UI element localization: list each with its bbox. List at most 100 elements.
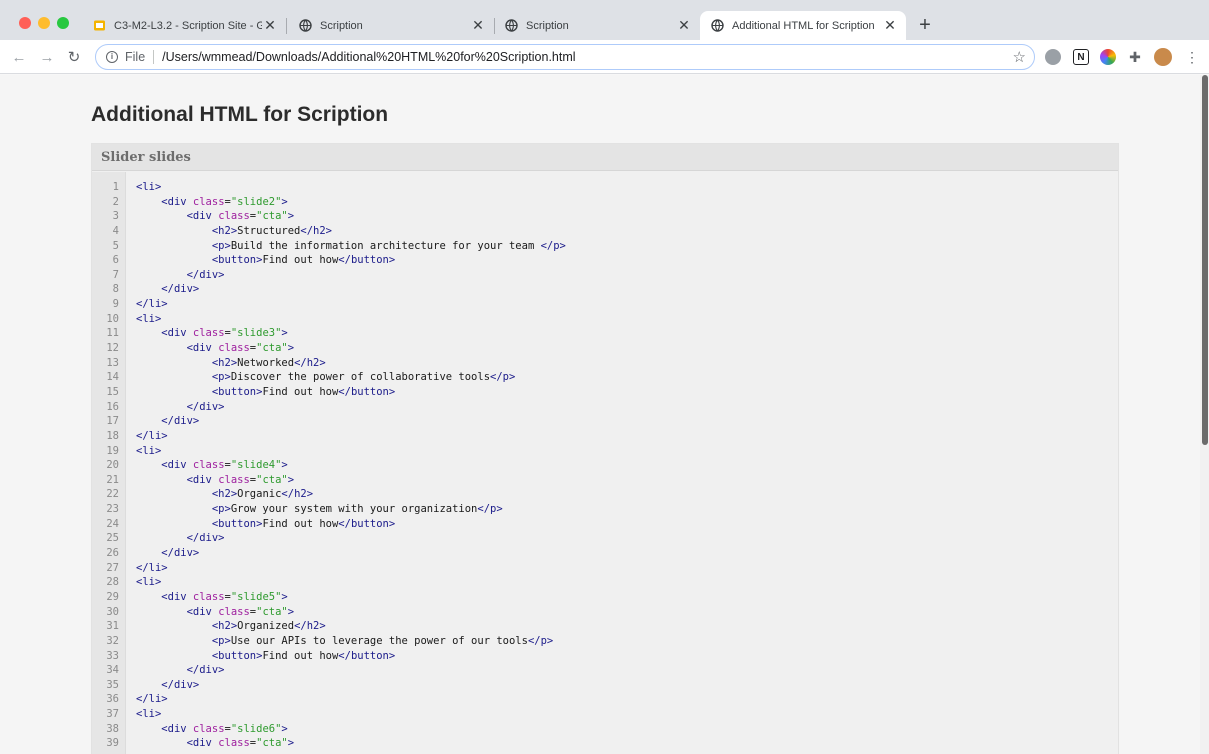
avatar[interactable] [1154,48,1172,66]
code-line: <div class="cta"> [136,605,566,620]
scrollbar-thumb[interactable] [1202,75,1208,445]
code-line: <button>Find out how</button> [136,517,566,532]
code-token: <button> [211,649,263,662]
address-divider [153,50,155,64]
info-icon[interactable]: i [106,51,118,63]
line-number: 19 [106,444,119,457]
minimize-window-button[interactable] [38,17,50,29]
address-bar[interactable]: i File /Users/wmmead/Downloads/Additiona… [95,44,1035,70]
code-token: > [287,342,295,355]
tab-additional-html[interactable]: Additional HTML for Scription ✕ [700,11,906,40]
code-line: <h2>Organized</h2> [136,619,566,634]
code-line: <h2>Structured</h2> [136,224,566,239]
code-token: Networked [237,356,295,369]
code-token: </h2> [294,356,326,369]
code-line: <h2>Networked</h2> [136,356,566,371]
code-token: </button> [338,517,396,530]
address-scheme: File [125,50,146,64]
close-icon[interactable]: ✕ [262,17,278,34]
code-line: <div class="cta"> [136,736,566,751]
code-token: </h2> [281,488,314,501]
line-number: 32 [106,634,119,647]
page-content: Additional HTML for Scription Slider sli… [0,75,1200,754]
line-number: 34 [106,664,119,677]
tab-scription-2[interactable]: Scription ✕ [494,11,700,40]
code-line: <div class="slide5"> [136,590,566,605]
code-token: class [218,737,250,750]
forward-arrow-icon[interactable]: → [38,48,56,66]
close-icon[interactable]: ✕ [676,17,692,34]
code-line: <div class="cta"> [136,473,566,488]
code-token: class [192,459,225,472]
code-line: </div> [136,678,566,693]
extension-grey-icon[interactable] [1045,49,1061,65]
puzzle-icon[interactable]: ✚ [1127,49,1143,65]
color-extension-icon[interactable] [1100,49,1116,65]
code-panel: Slider slides 1 2 3 4 5 6 7 8 9 10 11 12 13 14 15 16 17 1… [91,143,1119,754]
kebab-menu-icon[interactable]: ⋮ [1184,49,1200,65]
tab-scription-1[interactable]: Scription ✕ [288,11,494,40]
line-number: 11 [106,327,119,340]
code-token: > [287,737,295,750]
line-number: 9 [112,298,119,311]
code-token: > [281,327,288,340]
code-token: <li> [136,576,162,589]
code-token: Find out how [262,649,339,662]
scrollbar[interactable] [1200,75,1209,754]
close-icon[interactable]: ✕ [470,17,486,34]
code-token: <p> [211,371,231,384]
reload-icon[interactable]: ↻ [65,48,83,66]
close-window-button[interactable] [19,17,31,29]
close-icon[interactable]: ✕ [882,17,898,34]
line-number: 27 [106,561,119,574]
slides-icon [92,19,106,33]
code-token: Use our APIs to leverage the power of ou… [230,634,528,647]
globe-icon [298,19,312,33]
new-tab-button[interactable]: + [914,14,936,36]
code-line: </div> [136,282,566,297]
code-token: class [192,722,225,735]
line-number: 36 [106,693,119,706]
page-title: Additional HTML for Scription [91,103,389,126]
code-token: </button> [338,649,396,662]
code-line: </li> [136,561,566,576]
code-line: <button>Find out how</button> [136,253,566,268]
code-token: Grow your system with your organization [230,503,478,516]
code-token: <div [186,473,219,486]
maximize-window-button[interactable] [57,17,69,29]
line-number: 22 [106,488,119,501]
tab-title: Additional HTML for Scription [732,19,875,32]
code-token: Structured [237,224,301,237]
code-token: > [281,722,288,735]
code-line: <div class="cta"> [136,341,566,356]
line-number: 28 [106,576,119,589]
code-token: > [287,210,295,223]
bookmark-star-icon[interactable]: ☆ [1013,48,1026,66]
notion-icon[interactable]: N [1073,49,1089,65]
code-token: </button> [338,385,396,398]
code-token: <button> [211,517,263,530]
tab-c3-m2[interactable]: C3-M2-L3.2 - Scription Site - Go ✕ [82,11,286,40]
tab-title: Scription [320,19,363,32]
code-lines: <li> <div class="slide2"> <div class="ct… [126,172,566,754]
code-token: "cta" [256,473,288,486]
code-line: <li> [136,312,566,327]
line-number-gutter: 1 2 3 4 5 6 7 8 9 10 11 12 13 14 15 16 17 18 19 20 21 22 23 24 2… [92,172,126,754]
code-line: <h2>Organic</h2> [136,487,566,502]
code-token: <div [186,605,219,618]
code-token: > [281,459,288,472]
code-token: </div> [186,532,225,545]
line-number: 6 [112,254,119,267]
code-token: class [192,590,225,603]
back-arrow-icon[interactable]: ← [10,48,28,66]
